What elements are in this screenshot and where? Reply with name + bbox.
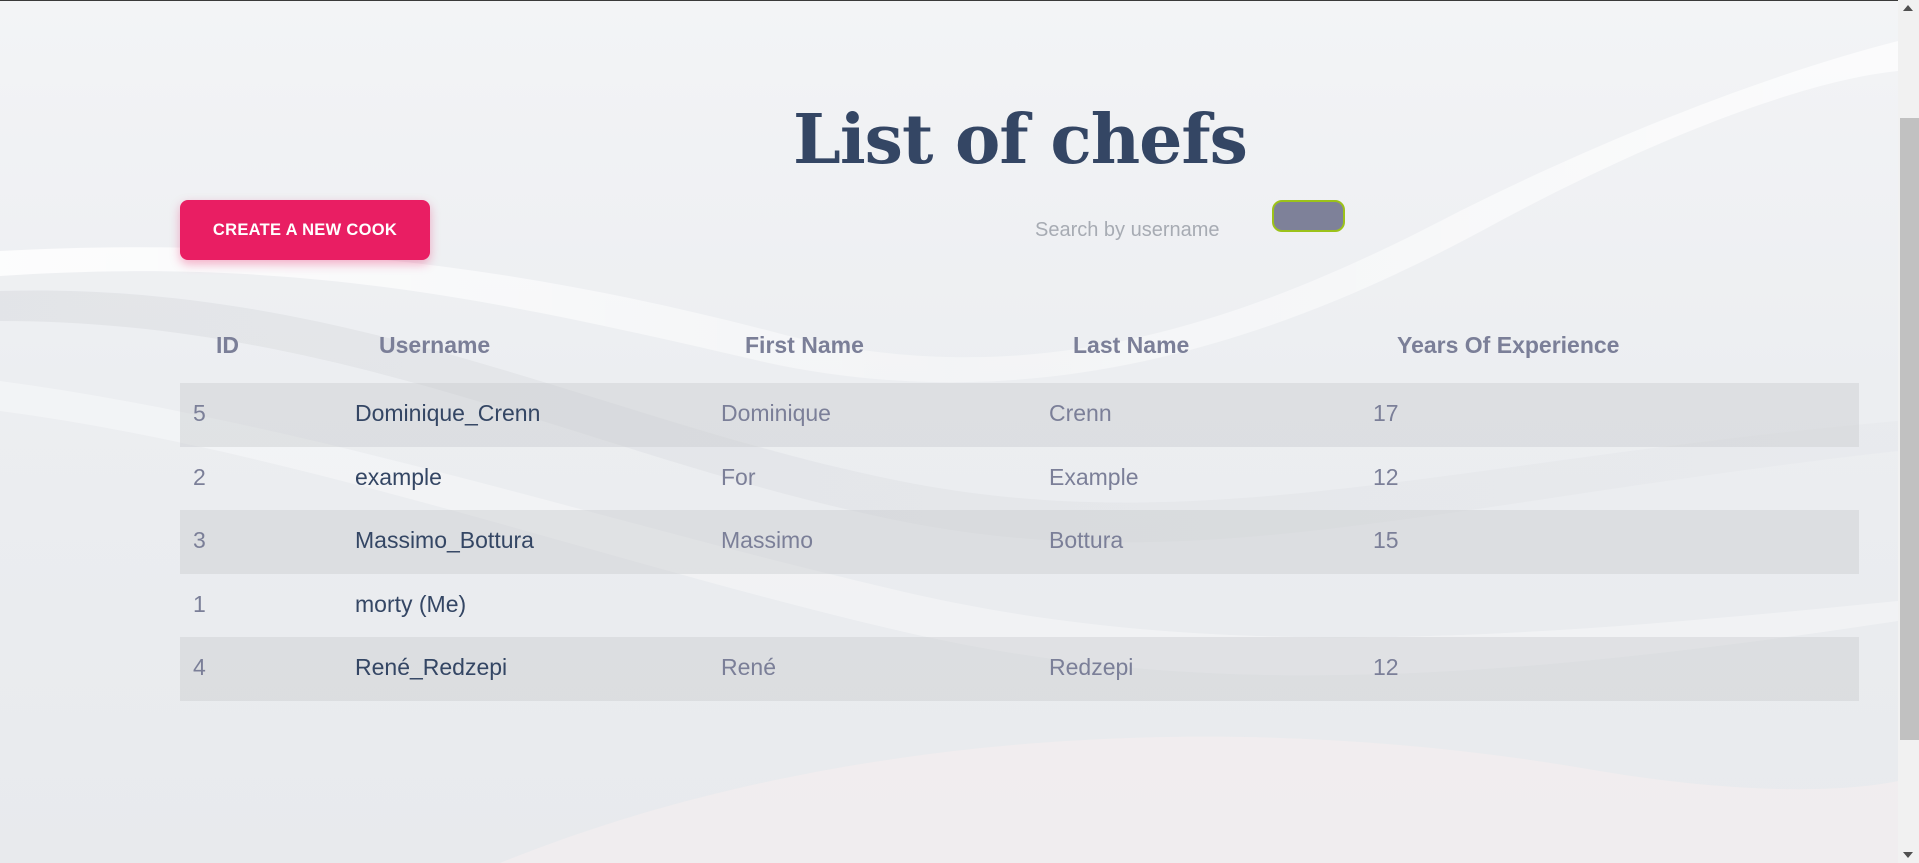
cell-username: René_Redzepi xyxy=(355,654,508,680)
page-title: List of chefs xyxy=(793,100,1248,180)
header-username: Username xyxy=(379,332,491,358)
create-cook-button[interactable]: CREATE A NEW COOK xyxy=(180,200,430,260)
search-button[interactable] xyxy=(1272,200,1345,232)
cell-last-name: Bottura xyxy=(1049,527,1124,553)
cell-id: 1 xyxy=(193,590,206,617)
search-input[interactable] xyxy=(1035,213,1255,247)
cell-years: 15 xyxy=(1373,527,1399,553)
cell-username: example xyxy=(355,463,442,490)
chefs-table: ID Username First Name Last Name Years O… xyxy=(180,320,1859,701)
cell-id: 4 xyxy=(193,654,206,680)
cell-first-name: René xyxy=(721,654,776,680)
cell-username: morty (Me) xyxy=(355,590,467,617)
cell-first-name: Massimo xyxy=(721,527,814,553)
table-header: ID Username First Name Last Name Years O… xyxy=(180,320,1859,383)
cell-username: Massimo_Bottura xyxy=(355,527,534,553)
cell-first-name: Dominique xyxy=(721,400,831,426)
cell-last-name: Crenn xyxy=(1049,400,1112,426)
table-row[interactable]: 4 René_Redzepi René Redzepi 12 xyxy=(180,637,1859,701)
cell-last-name: Example xyxy=(1049,463,1139,490)
scroll-up-arrow-icon[interactable] xyxy=(1903,5,1913,11)
header-first-name: First Name xyxy=(745,332,864,358)
vertical-scrollbar[interactable] xyxy=(1898,0,1919,863)
cell-id: 5 xyxy=(193,400,206,426)
header-years-experience: Years Of Experience xyxy=(1397,332,1620,358)
table-row[interactable]: 3 Massimo_Bottura Massimo Bottura 15 xyxy=(180,510,1859,574)
table-row[interactable]: 2 example For Example 12 xyxy=(180,447,1859,511)
table-row[interactable]: 1 morty (Me) xyxy=(180,574,1859,638)
cell-first-name: For xyxy=(721,463,756,490)
cell-username: Dominique_Crenn xyxy=(355,400,541,426)
cell-years: 12 xyxy=(1373,654,1399,680)
cell-years: 17 xyxy=(1373,400,1399,426)
cell-last-name: Redzepi xyxy=(1049,654,1134,680)
table-row[interactable]: 5 Dominique_Crenn Dominique Crenn 17 xyxy=(180,383,1859,447)
scrollbar-thumb[interactable] xyxy=(1900,118,1919,740)
header-id: ID xyxy=(216,332,239,358)
cell-id: 2 xyxy=(193,463,206,490)
scroll-down-arrow-icon[interactable] xyxy=(1903,852,1913,858)
cell-id: 3 xyxy=(193,527,206,553)
header-last-name: Last Name xyxy=(1073,332,1190,358)
cell-years: 12 xyxy=(1373,463,1399,490)
